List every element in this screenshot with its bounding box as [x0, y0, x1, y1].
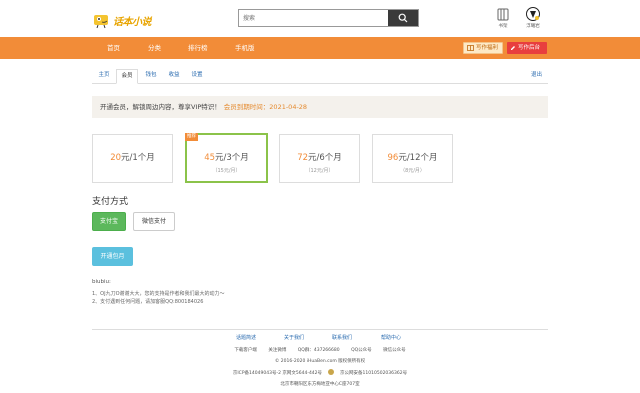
- footer-license-row: 京ICP备14049043号-2 京网文5644-442号 京公网安备110105…: [0, 369, 640, 376]
- tab-earnings[interactable]: 收益: [166, 69, 182, 84]
- nav-item-home[interactable]: 首页: [107, 37, 120, 59]
- write-benefits-label: 写作福利: [476, 44, 499, 51]
- footer-download-link[interactable]: 下载客户端: [234, 348, 257, 353]
- tip-item: 1、OJ九刀O谢谢大大，您的支持是作者和我们最大的动力～: [92, 291, 225, 297]
- recommended-badge: 推荐: [185, 133, 198, 141]
- footer-divider: [92, 329, 548, 330]
- plan-price: 72元/6个月: [280, 151, 359, 163]
- footer-weibo-link[interactable]: 关注微博: [268, 348, 286, 353]
- plan-price-unit: 元/12个月: [398, 153, 438, 163]
- plan-price-unit: 元/3个月: [215, 153, 249, 163]
- search-button[interactable]: [388, 10, 418, 26]
- expiry-text: 会员到期时间：2021-04-28: [223, 103, 308, 111]
- nav-item-ranking[interactable]: 排行榜: [188, 37, 208, 59]
- avatar-icon: [526, 7, 540, 21]
- footer-qq-group: QQ群：437266680: [297, 348, 340, 353]
- pen-icon: [511, 46, 515, 50]
- plan-price-unit: 元/6个月: [308, 153, 342, 163]
- plan-price-number: 72: [297, 153, 309, 163]
- site-logo[interactable]: 话本小说: [93, 10, 159, 30]
- payment-method-title: 支付方式: [92, 197, 129, 207]
- plan-option-12-months[interactable]: 96元/12个月 （8元/月）: [372, 134, 453, 183]
- membership-notice: 开通会员，解锁周边内容，尊享VIP特识！ 会员到期时间：2021-04-28: [92, 96, 548, 118]
- wechat-pay-button[interactable]: 微信支付: [133, 212, 175, 231]
- user-menu[interactable]: 浮曦岩: [522, 7, 544, 29]
- plan-price: 45元/3个月: [187, 151, 266, 163]
- top-header: 话本小说 书架 浮曦岩: [0, 0, 640, 37]
- main-nav: 首页 分类 排行榜 手机版 写作福利 写作后台: [0, 37, 640, 59]
- bookshelf-icon: [496, 7, 510, 21]
- footer-qq-official[interactable]: QQ公众号: [351, 348, 372, 353]
- write-admin-button[interactable]: 写作后台: [507, 42, 547, 54]
- open-monthly-button[interactable]: 开通包月: [92, 247, 133, 266]
- search-bar: [238, 9, 419, 27]
- bookshelf-link[interactable]: 书架: [492, 7, 514, 29]
- tab-membership[interactable]: 会员: [116, 69, 138, 84]
- logout-link[interactable]: 退出: [531, 69, 542, 82]
- tab-home[interactable]: 主页: [97, 69, 111, 84]
- footer-police[interactable]: 京公网安备11010502036362号: [340, 371, 407, 376]
- username: biubiu:: [92, 279, 111, 285]
- logo-text: 话本小说: [113, 16, 152, 28]
- tip-item: 2、支付遇到任何问题，请加客服QQ:800184026: [92, 299, 204, 305]
- bookshelf-label: 书架: [498, 24, 508, 29]
- plan-price-number: 45: [204, 153, 216, 163]
- plan-price-number: 20: [110, 153, 122, 163]
- tab-settings[interactable]: 设置: [189, 69, 205, 84]
- plan-price: 96元/12个月: [373, 151, 452, 163]
- footer-link-topics[interactable]: 话题简述: [236, 334, 256, 341]
- alipay-button[interactable]: 支付宝: [92, 212, 126, 231]
- nav-item-mobile[interactable]: 手机版: [235, 37, 255, 59]
- plan-option-6-months[interactable]: 72元/6个月 （12元/月）: [279, 134, 360, 183]
- tips-list: 1、OJ九刀O谢谢大大，您的支持是作者和我们最大的动力～ 2、支付遇到任何问题，…: [92, 290, 225, 306]
- plan-price-unit: 元/1个月: [121, 153, 155, 163]
- plan-monthly-rate: （15元/月）: [212, 168, 241, 174]
- chameleon-logo-icon: [93, 11, 111, 29]
- write-admin-label: 写作后台: [518, 44, 541, 51]
- tab-wallet[interactable]: 钱包: [143, 69, 159, 84]
- book-icon: [467, 45, 474, 51]
- plan-price-number: 96: [387, 153, 399, 163]
- search-input[interactable]: [239, 10, 388, 26]
- footer-social-row: 下载客户端 关注微博 QQ群：437266680 QQ公众号 微信公众号: [0, 347, 640, 353]
- footer-copyright: © 2016-2020 iHuaBen.com 版权保所有权: [274, 359, 366, 364]
- plan-option-1-month[interactable]: 20元/1个月: [92, 134, 173, 183]
- footer-link-about[interactable]: 关于我们: [284, 334, 304, 341]
- footer-link-contact[interactable]: 联系我们: [332, 334, 352, 341]
- plan-monthly-rate: （8元/月）: [400, 168, 425, 174]
- write-benefits-button[interactable]: 写作福利: [463, 42, 503, 54]
- plan-price: 20元/1个月: [93, 151, 172, 163]
- plan-option-3-months[interactable]: 推荐 45元/3个月 （15元/月）: [185, 133, 268, 183]
- notice-text: 开通会员，解锁周边内容，尊享VIP特识！: [100, 103, 221, 111]
- footer-link-help[interactable]: 帮助中心: [381, 334, 401, 341]
- nav-item-category[interactable]: 分类: [148, 37, 161, 59]
- police-badge-icon: [328, 369, 335, 375]
- account-tabs: 主页 会员 钱包 收益 设置 退出: [92, 66, 548, 84]
- plan-monthly-rate: （12元/月）: [305, 168, 334, 174]
- footer-address: 北京市朝阳区东方梅地亚中心C座707室: [280, 382, 360, 387]
- user-label: 浮曦岩: [526, 24, 540, 29]
- footer-icp[interactable]: 京ICP备14049043号-2 京网文5644-442号: [233, 371, 322, 376]
- search-icon: [398, 13, 408, 23]
- footer-wechat-official[interactable]: 微信公众号: [383, 348, 406, 353]
